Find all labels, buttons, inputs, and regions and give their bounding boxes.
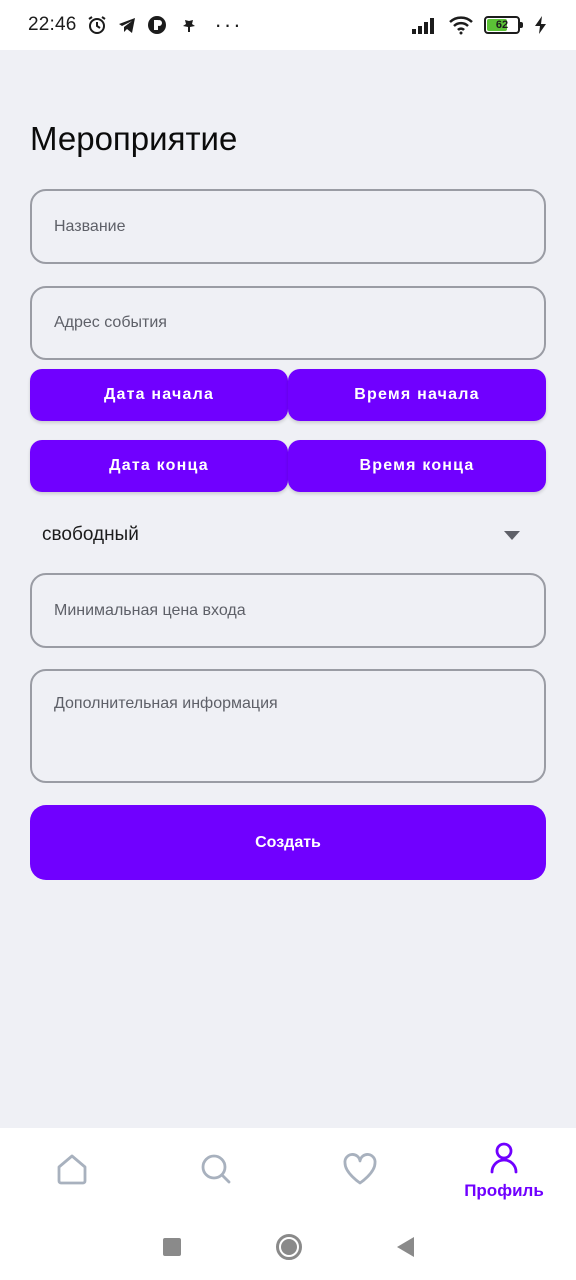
nav-profile[interactable]: Профиль — [432, 1128, 576, 1214]
start-time-label: Время начала — [354, 386, 480, 403]
start-date-button[interactable]: Дата начала — [30, 369, 288, 421]
nav-favorites[interactable] — [288, 1128, 432, 1214]
extra-info-field[interactable]: Дополнительная информация — [30, 669, 546, 783]
address-field[interactable]: Адрес события — [30, 286, 546, 360]
bottom-nav: Профиль — [0, 1128, 576, 1214]
start-time-button[interactable]: Время начала — [288, 369, 546, 421]
recent-apps-icon[interactable] — [162, 1238, 181, 1256]
status-bar: 22:46 ··· 62 — [0, 0, 576, 50]
wifi-icon — [448, 15, 474, 35]
min-price-placeholder: Минимальная цена входа — [54, 601, 246, 619]
end-time-button[interactable]: Время конца — [288, 440, 546, 492]
charging-icon — [534, 15, 548, 35]
extra-info-placeholder: Дополнительная информация — [54, 695, 278, 712]
search-icon — [199, 1152, 233, 1191]
alarm-icon — [87, 15, 107, 35]
end-time-label: Время конца — [359, 457, 475, 474]
signal-icon — [412, 15, 438, 35]
create-button[interactable]: Создать — [30, 805, 546, 880]
home-button-icon[interactable] — [275, 1234, 302, 1260]
nav-search[interactable] — [144, 1128, 288, 1214]
more-dots-icon: ··· — [214, 12, 243, 37]
nav-home[interactable] — [0, 1128, 144, 1214]
system-nav-bar — [0, 1214, 576, 1280]
start-date-label: Дата начала — [103, 386, 215, 403]
end-date-button[interactable]: Дата конца — [30, 440, 288, 492]
maple-leaf-icon — [177, 15, 197, 35]
heart-icon — [342, 1152, 378, 1191]
main-content: Мероприятие Название Адрес события Дата … — [0, 50, 576, 1128]
min-price-field[interactable]: Минимальная цена входа — [30, 573, 546, 648]
battery-level: 62 — [495, 19, 509, 31]
dropdown-arrow-icon — [504, 530, 520, 540]
home-icon — [55, 1152, 89, 1191]
status-time: 22:46 — [28, 14, 77, 35]
address-placeholder: Адрес события — [54, 314, 167, 331]
back-icon[interactable] — [396, 1237, 414, 1257]
telegram-icon — [117, 15, 137, 35]
nav-profile-label: Профиль — [464, 1180, 544, 1200]
event-type-dropdown[interactable]: свободный — [30, 508, 546, 562]
battery-icon: 62 — [484, 16, 523, 34]
page-title: Мероприятие — [30, 120, 238, 157]
create-button-label: Создать — [255, 833, 321, 851]
name-field[interactable]: Название — [30, 189, 546, 264]
name-placeholder: Название — [54, 217, 126, 235]
end-date-label: Дата конца — [109, 457, 209, 474]
app-icon — [147, 15, 167, 35]
event-type-value: свободный — [42, 524, 139, 545]
profile-icon — [489, 1142, 519, 1179]
